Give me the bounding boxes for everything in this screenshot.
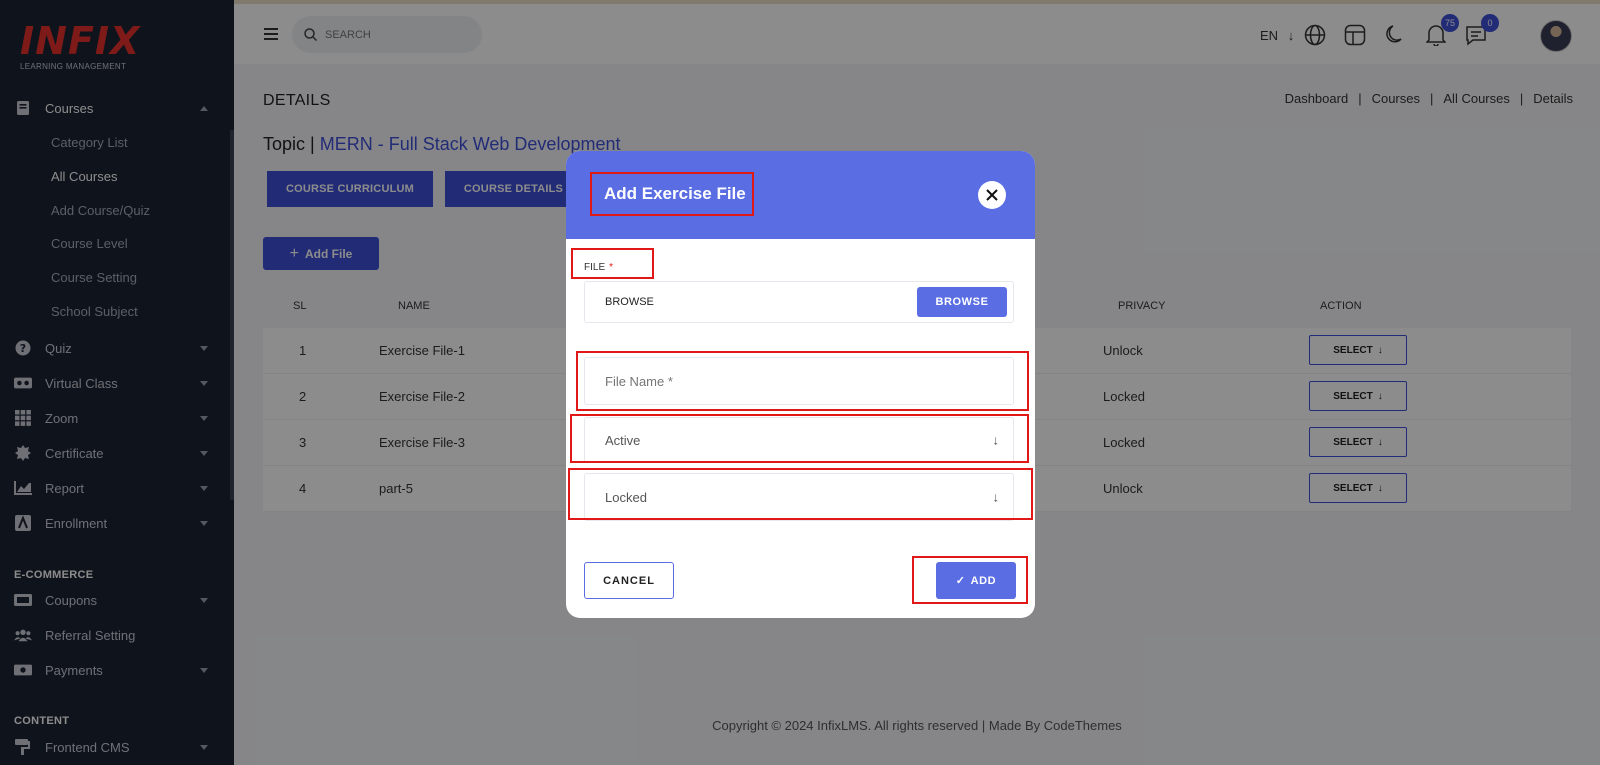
file-placeholder-text: BROWSE <box>605 296 654 308</box>
required-marker: * <box>609 262 614 273</box>
highlight-box <box>590 172 754 216</box>
highlight-box <box>570 414 1029 463</box>
highlight-box <box>576 351 1029 411</box>
file-label-text: FILE <box>584 262 606 273</box>
modal-header: Add Exercise File <box>566 151 1035 239</box>
browse-button[interactable]: BROWSE <box>917 287 1007 317</box>
highlight-box <box>568 468 1033 520</box>
add-exercise-file-modal: Add Exercise File FILE* BROWSE BROWSE Ac… <box>566 151 1035 618</box>
highlight-box <box>912 556 1028 604</box>
cancel-button[interactable]: CANCEL <box>584 562 674 599</box>
file-upload-field[interactable]: BROWSE BROWSE <box>584 281 1014 323</box>
close-button[interactable] <box>978 181 1006 209</box>
file-label: FILE * <box>584 262 613 273</box>
close-icon <box>986 189 998 201</box>
